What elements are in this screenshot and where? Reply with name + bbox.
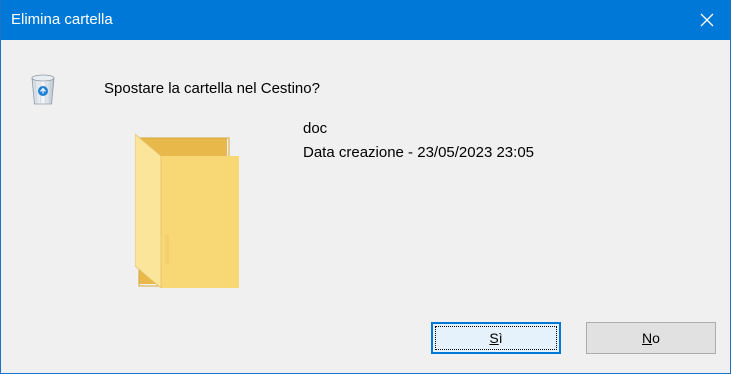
close-button[interactable] — [684, 0, 730, 40]
title-bar[interactable]: Elimina cartella — [1, 0, 730, 40]
yes-button-label: Sì — [489, 330, 503, 346]
yes-button[interactable]: Sì — [431, 322, 561, 354]
no-button[interactable]: No — [586, 322, 716, 354]
window-title: Elimina cartella — [11, 11, 113, 28]
item-name: doc — [303, 120, 328, 137]
delete-folder-dialog: Elimina cartella Spostare la cartella ne… — [0, 0, 731, 374]
dialog-content: Spostare la cartella nel Cestino? doc Da… — [1, 40, 730, 373]
close-icon — [700, 13, 714, 27]
recycle-bin-icon — [31, 74, 55, 105]
no-button-label: No — [642, 330, 660, 346]
folder-icon — [135, 134, 239, 288]
item-creation-date: Data creazione - 23/05/2023 23:05 — [303, 144, 534, 161]
confirm-question: Spostare la cartella nel Cestino? — [104, 80, 320, 97]
